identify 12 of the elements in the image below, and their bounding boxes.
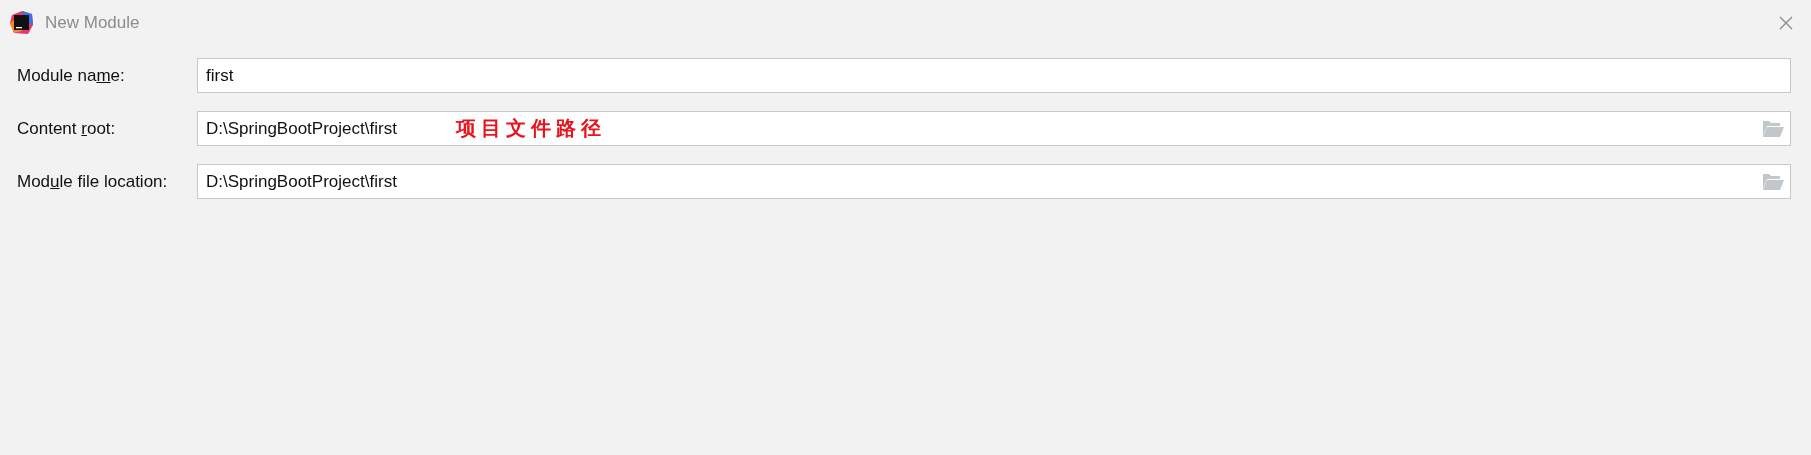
field-label: Module name: (16, 65, 126, 86)
field-label: Module file location: (16, 171, 169, 192)
field-label: Content root: (16, 118, 117, 139)
folder-icon[interactable] (1762, 173, 1784, 190)
close-icon[interactable] (1779, 15, 1793, 30)
app-logo-icon (10, 11, 33, 34)
annotation-text: 项目文件路径 (456, 115, 606, 142)
text-field[interactable]: D:\SpringBootProject\first 项目文件路径 (197, 111, 1791, 146)
window-title: New Module (45, 12, 141, 33)
folder-icon[interactable] (1762, 120, 1784, 137)
text-field[interactable]: D:\SpringBootProject\first (197, 164, 1791, 199)
text-field[interactable]: first (197, 58, 1791, 93)
